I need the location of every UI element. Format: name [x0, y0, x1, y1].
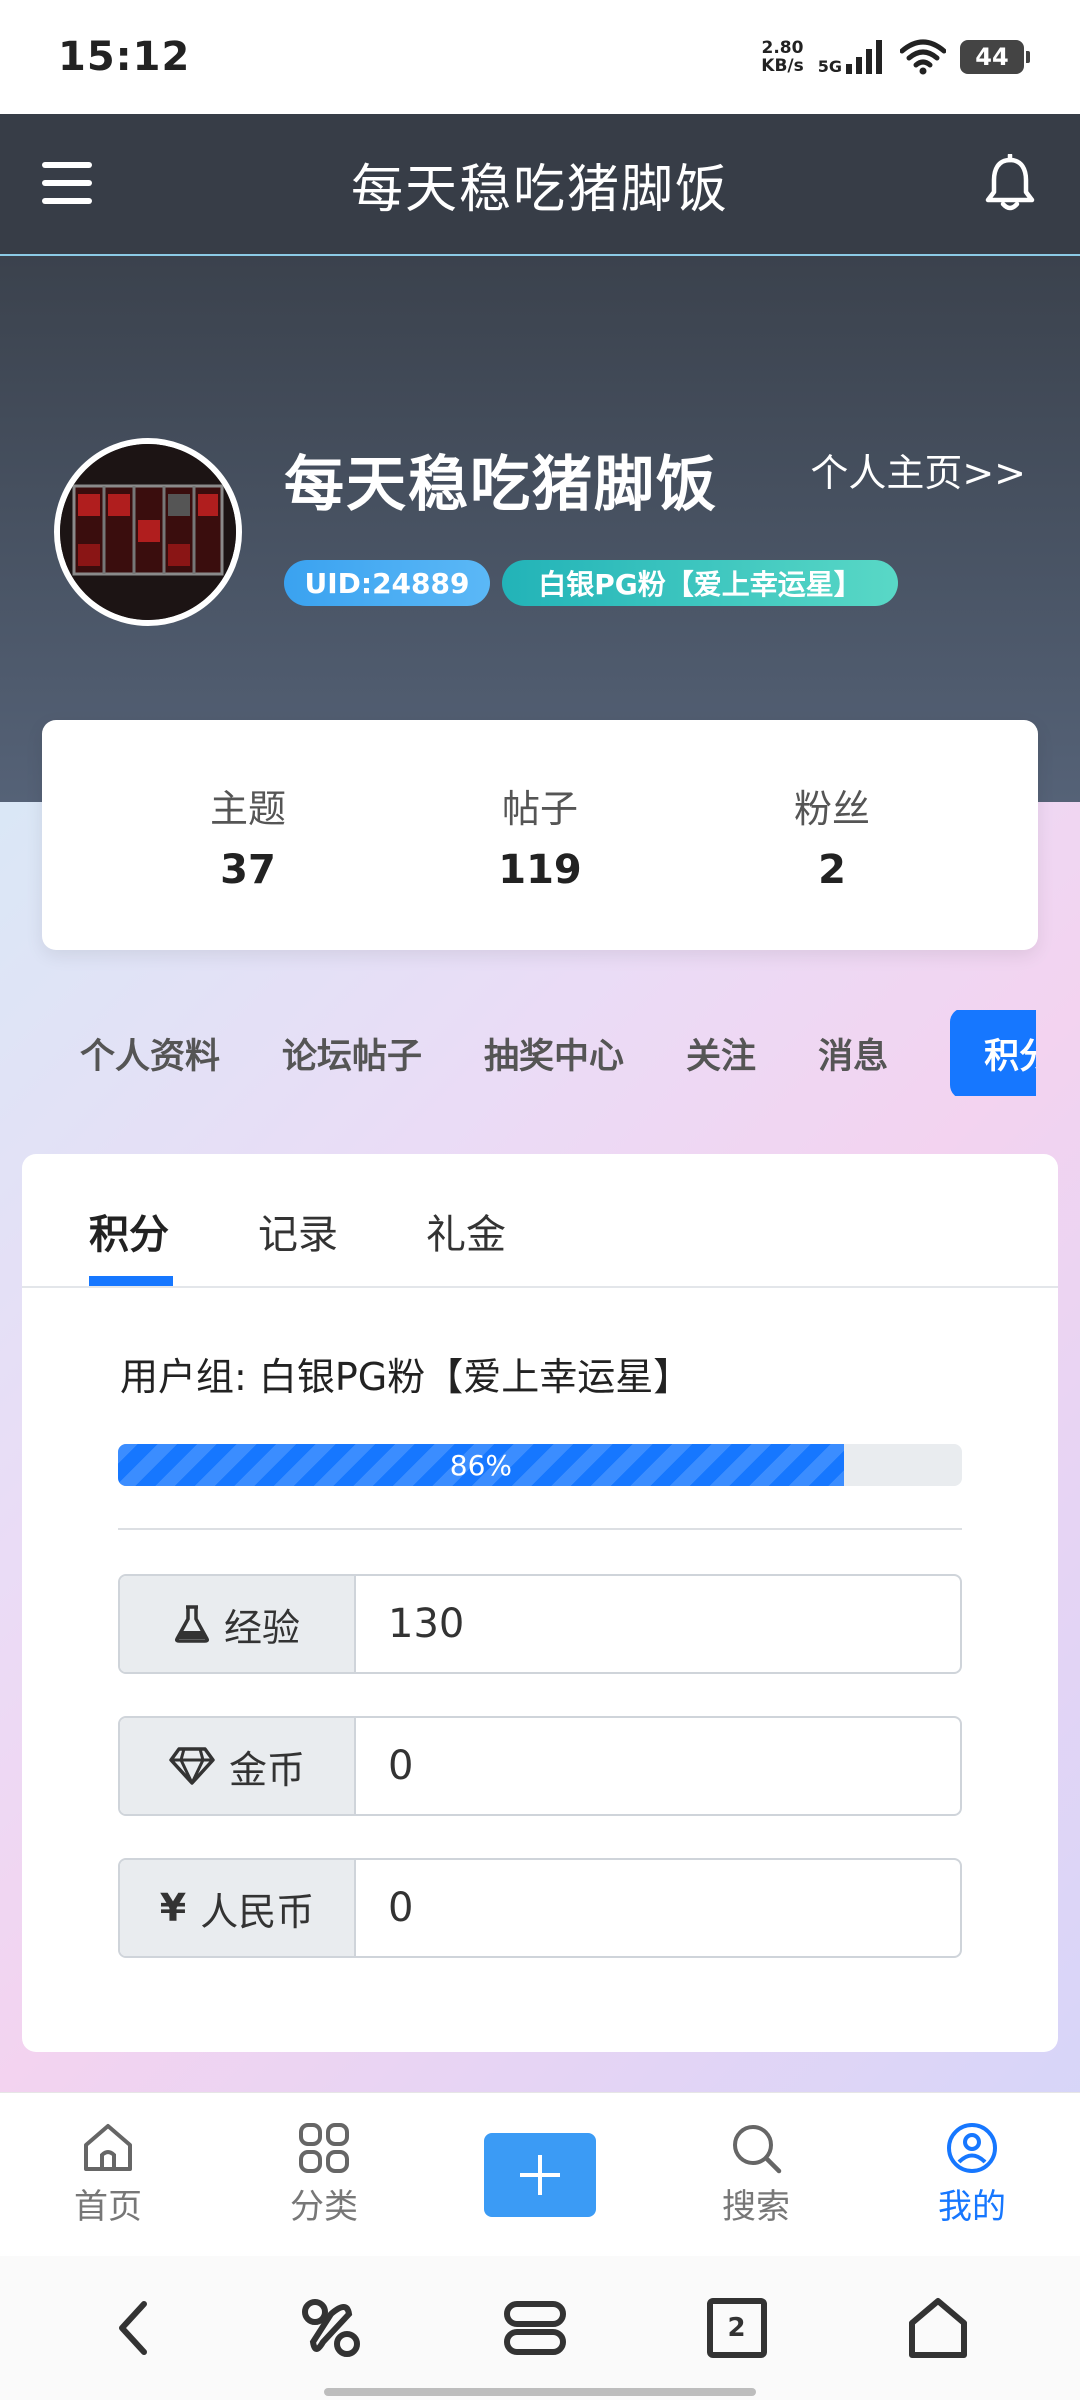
- stat-label: 粉丝: [793, 786, 870, 831]
- nav-label: 首页: [74, 2187, 142, 2227]
- user-icon: [947, 2123, 997, 2173]
- back-icon[interactable]: [110, 2298, 160, 2358]
- plus-icon: [520, 2154, 560, 2195]
- gesture-bar[interactable]: [324, 2388, 756, 2396]
- menu-icon[interactable]: [42, 162, 92, 204]
- profile-home-link[interactable]: 个人主页>>: [810, 442, 1026, 497]
- multitask-icon[interactable]: [503, 2298, 567, 2358]
- status-time: 15:12: [58, 34, 191, 80]
- panel-tab-gift-money[interactable]: 礼金: [426, 1202, 506, 1260]
- recent-tabs-count: 2: [727, 2313, 746, 2343]
- battery-indicator: 44: [960, 40, 1030, 74]
- signal-icon: [846, 40, 882, 74]
- tab-forum-posts[interactable]: 论坛帖子: [282, 1028, 422, 1079]
- points-panel: 积分 记录 礼金 用户组: 白银PG粉【爱上幸运星】 86% 经验 130 金币…: [22, 1154, 1058, 2052]
- yen-icon: ¥: [159, 1886, 187, 1930]
- stat-topics[interactable]: 主题 37: [148, 778, 348, 893]
- stat-posts[interactable]: 帖子 119: [440, 778, 640, 893]
- network-speed: 2.80 KB/s: [761, 39, 803, 75]
- stat-value: 2: [818, 846, 846, 893]
- field-label: 经验: [120, 1576, 356, 1672]
- user-name: 每天稳吃猪脚饭: [284, 450, 718, 520]
- network-speed-unit: KB/s: [761, 56, 804, 76]
- nav-post[interactable]: [460, 2132, 620, 2217]
- stat-fans[interactable]: 粉丝 2: [732, 778, 932, 893]
- field-label-text: 金币: [228, 1747, 305, 1792]
- recent-tabs-icon[interactable]: 2: [706, 2298, 767, 2358]
- search-icon: [733, 2125, 782, 2174]
- user-group-badge: 白银PG粉【爱上幸运星】: [502, 560, 898, 606]
- nav-label: 分类: [290, 2187, 358, 2227]
- tab-points[interactable]: 积分: [950, 1010, 1036, 1096]
- avatar[interactable]: [54, 438, 242, 626]
- panel-tab-points[interactable]: 积分: [89, 1202, 169, 1260]
- field-label: 金币: [120, 1718, 356, 1814]
- diamond-icon: [169, 1747, 215, 1785]
- experience-field: 经验 130: [118, 1574, 962, 1674]
- avatar-image: [60, 444, 236, 620]
- tab-following[interactable]: 关注: [686, 1028, 756, 1079]
- stat-label: 帖子: [501, 786, 578, 831]
- stat-label: 主题: [209, 786, 286, 831]
- rmb-field: ¥ 人民币 0: [118, 1858, 962, 1958]
- section-tabs: 个人资料 论坛帖子 抽奖中心 关注 消息 积分: [0, 1010, 1036, 1096]
- uid-badge: UID:24889: [284, 560, 490, 606]
- nav-mine[interactable]: 我的: [892, 2121, 1052, 2228]
- bottom-nav: 首页 分类 搜索 我的: [0, 2092, 1080, 2256]
- field-label-text: 人民币: [200, 1889, 315, 1934]
- stat-value: 119: [498, 846, 582, 893]
- nav-category[interactable]: 分类: [244, 2121, 404, 2228]
- field-label: ¥ 人民币: [120, 1860, 356, 1956]
- tab-messages[interactable]: 消息: [818, 1028, 888, 1079]
- nav-search[interactable]: 搜索: [676, 2121, 836, 2228]
- bell-icon[interactable]: [982, 154, 1038, 214]
- grid-icon: [299, 2123, 349, 2173]
- gold-coin-field: 金币 0: [118, 1716, 962, 1816]
- flask-icon: [175, 1605, 209, 1643]
- panel-tabs: 积分 记录 礼金: [22, 1154, 1058, 1288]
- level-progress-bar: 86%: [118, 1444, 962, 1486]
- wifi-icon: [900, 39, 946, 75]
- post-button[interactable]: [484, 2132, 596, 2217]
- system-navigation-bar: 2: [0, 2256, 1080, 2400]
- network-type-label: 5G: [817, 56, 842, 76]
- panel-tab-records[interactable]: 记录: [258, 1202, 338, 1260]
- user-group-line: 用户组: 白银PG粉【爱上幸运星】: [120, 1355, 692, 1399]
- level-progress-fill: 86%: [118, 1444, 844, 1486]
- network-speed-value: 2.80: [761, 38, 804, 58]
- active-tab-underline: [89, 1276, 173, 1286]
- nav-home[interactable]: 首页: [28, 2121, 188, 2228]
- field-label-text: 经验: [223, 1605, 300, 1650]
- home-icon: [84, 2124, 132, 2171]
- home-system-icon[interactable]: [906, 2297, 970, 2359]
- stat-value: 37: [220, 846, 276, 893]
- nav-label: 搜索: [722, 2187, 790, 2227]
- stats-card: 主题 37 帖子 119 粉丝 2: [42, 720, 1038, 950]
- status-bar: 15:12 2.80 KB/s 5G 44: [0, 0, 1080, 114]
- rmb-value: 0: [388, 1885, 414, 1931]
- gold-coin-value: 0: [388, 1743, 414, 1789]
- divider: [118, 1528, 962, 1530]
- progress-label: 86%: [449, 1448, 513, 1482]
- app-header: 每天稳吃猪脚饭: [0, 114, 1080, 256]
- page-title: 每天稳吃猪脚饭: [350, 159, 729, 220]
- status-icons: 2.80 KB/s 5G 44: [761, 39, 1030, 76]
- tab-lottery[interactable]: 抽奖中心: [484, 1028, 624, 1079]
- nav-label: 我的: [938, 2187, 1006, 2227]
- tab-profile[interactable]: 个人资料: [80, 1028, 220, 1079]
- experience-value: 130: [388, 1601, 465, 1647]
- app-switcher-icon[interactable]: [299, 2296, 363, 2360]
